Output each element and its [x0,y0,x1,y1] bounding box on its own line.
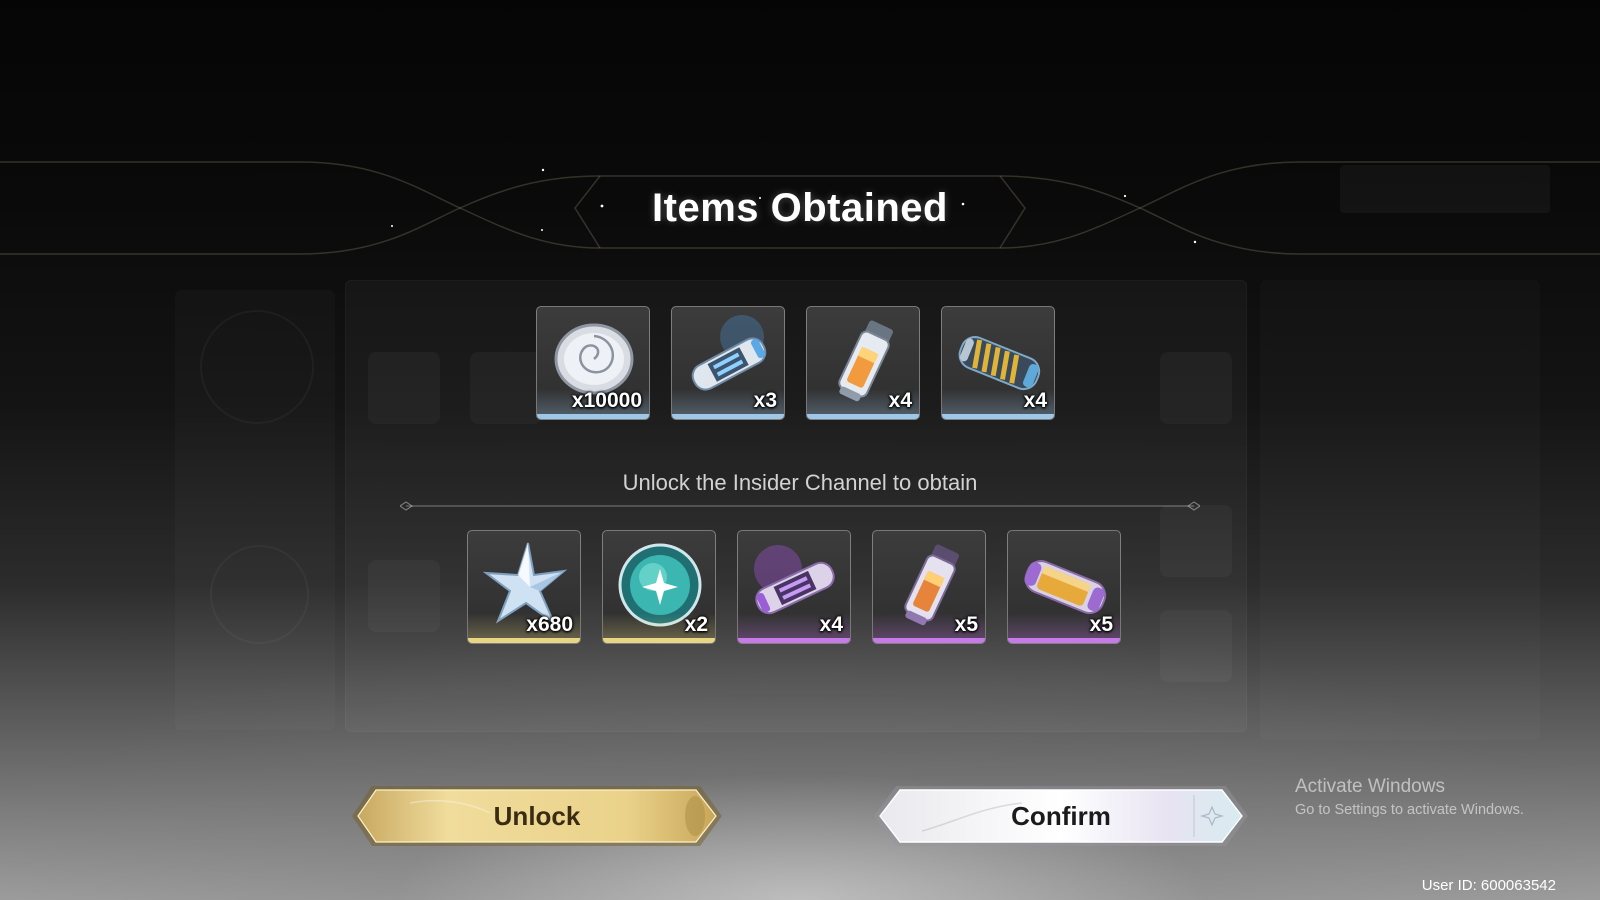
rarity-bar [537,414,649,419]
item-tile[interactable]: x5 [872,530,986,644]
item-quantity: x5 [954,613,978,636]
background-tile [368,560,440,632]
background-ring [210,545,309,644]
item-quantity: x3 [753,389,777,412]
item-quantity: x5 [1089,613,1113,636]
background-tile [1160,610,1232,682]
item-tile[interactable]: x680 [467,530,581,644]
background-tile [470,352,542,424]
item-tile[interactable]: x4 [941,306,1055,420]
rarity-bar [942,414,1054,419]
watermark-subtitle: Go to Settings to activate Windows. [1295,802,1524,818]
item-quantity: x2 [684,613,708,636]
rarity-bar [807,414,919,419]
item-quantity: x10000 [571,389,642,412]
section-divider [400,501,1200,511]
insider-items-row: x680 x2 x4 x5 x5 [467,530,1121,644]
rarity-bar [603,638,715,643]
background-tile [1160,352,1232,424]
rarity-bar [1008,638,1120,643]
background-ring [200,310,314,424]
item-tile[interactable]: x5 [1007,530,1121,644]
game-screen: Items Obtained x10000 x3 x4 x4 Unlock th… [0,0,1600,900]
background-side-panel [1260,280,1540,740]
item-quantity: x4 [1023,389,1047,412]
obtained-items-row: x10000 x3 x4 x4 [536,306,1055,420]
background-tile [1160,505,1232,577]
confirm-button[interactable]: Confirm [872,783,1250,849]
page-title: Items Obtained [652,186,948,230]
rarity-bar [738,638,850,643]
user-id-label: User ID: 600063542 [1421,877,1556,894]
unlock-button[interactable]: Unlock [350,783,724,849]
rarity-bar [468,638,580,643]
insider-channel-prompt: Unlock the Insider Channel to obtain [622,470,978,495]
item-tile[interactable]: x4 [806,306,920,420]
item-tile[interactable]: x4 [737,530,851,644]
item-tile[interactable]: x10000 [536,306,650,420]
rarity-bar [672,414,784,419]
unlock-button-label: Unlock [493,801,581,831]
windows-activation-watermark: Activate Windows Go to Settings to activ… [1295,776,1524,818]
item-tile[interactable]: x2 [602,530,716,644]
item-quantity: x4 [819,613,843,636]
item-quantity: x680 [526,613,573,636]
rarity-bar [873,638,985,643]
background-tile [368,352,440,424]
item-tile[interactable]: x3 [671,306,785,420]
confirm-button-label: Confirm [1011,801,1111,831]
item-quantity: x4 [888,389,912,412]
watermark-title: Activate Windows [1295,776,1445,797]
